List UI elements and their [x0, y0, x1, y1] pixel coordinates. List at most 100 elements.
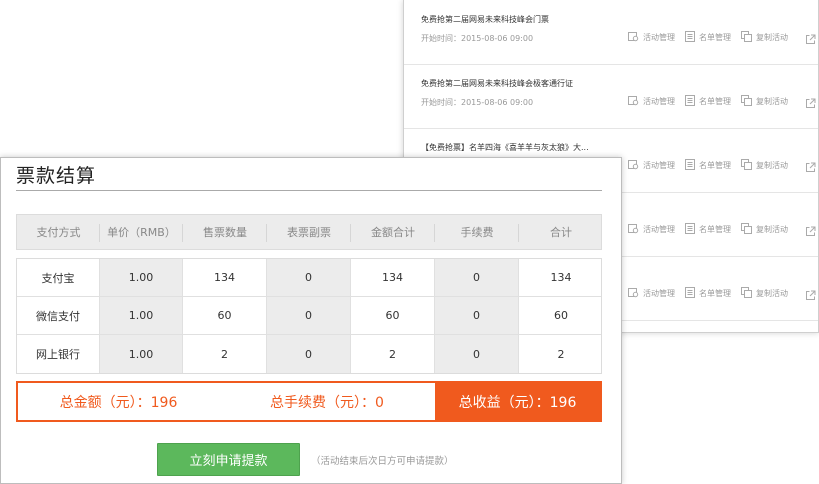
copy-activity-link[interactable]: 复制活动: [741, 30, 788, 44]
copy-activity-link[interactable]: 复制活动: [741, 222, 788, 236]
activity-manage-label: 活动管理: [643, 96, 675, 106]
table-row: 微信支付 1.00 60 0 60 0 60: [17, 297, 601, 335]
external-link-icon[interactable]: [805, 286, 816, 305]
cell-unit-price: 1.00: [100, 335, 183, 373]
activity-manage-label: 活动管理: [643, 160, 675, 170]
cell-secondary-tickets: 0: [267, 297, 351, 334]
copy-activity-link[interactable]: 复制活动: [741, 158, 788, 172]
list-manage-label: 名单管理: [699, 96, 731, 106]
edit-icon: [628, 223, 643, 236]
total-fee: 总手续费（元）：0: [270, 394, 384, 411]
copy-icon: [741, 158, 756, 172]
column-header-amount-subtotal: 金额合计: [351, 215, 435, 249]
copy-icon: [741, 286, 756, 300]
edit-icon: [628, 31, 643, 44]
list-icon: [685, 222, 699, 236]
event-actions: 活动管理 名单管理 复制活动: [628, 94, 798, 108]
cell-total: 134: [550, 271, 572, 284]
external-link-icon[interactable]: [805, 30, 816, 49]
cell-amount-subtotal: 60: [351, 297, 435, 334]
copy-activity-label: 复制活动: [756, 224, 788, 234]
copy-activity-link[interactable]: 复制活动: [741, 94, 788, 108]
cell-total: 2: [557, 347, 565, 361]
total-income: 总收益（元）：196: [435, 383, 600, 420]
event-list-item: 免费抢第二届网易未来科技峰会极客通行证 开始时间：2015-08-06 09:00…: [404, 64, 818, 129]
list-manage-link[interactable]: 名单管理: [685, 30, 731, 44]
list-manage-link[interactable]: 名单管理: [685, 158, 731, 172]
copy-activity-label: 复制活动: [756, 160, 788, 170]
cell-payment-method: 微信支付: [17, 297, 100, 334]
page-title: 票款结算: [16, 165, 97, 187]
list-manage-label: 名单管理: [699, 224, 731, 234]
total-amount: 总金额（元）：196: [59, 394, 178, 411]
list-manage-link[interactable]: 名单管理: [685, 222, 731, 236]
external-link-icon[interactable]: [805, 222, 816, 241]
edit-icon: [628, 287, 643, 300]
column-header-total: 合计: [550, 226, 572, 239]
cell-tickets-sold: 2: [183, 335, 267, 373]
event-title[interactable]: 免费抢第二届网易未来科技峰会门票: [421, 14, 549, 25]
totals-bar: 总金额（元）：196 总手续费（元）：0 总收益（元）：196: [16, 381, 602, 422]
activity-manage-label: 活动管理: [643, 32, 675, 42]
cell-fee: 0: [435, 297, 519, 334]
column-header-tickets-sold: 售票数量: [183, 215, 267, 249]
cell-unit-price: 1.00: [100, 259, 183, 296]
column-header-secondary-tickets: 表票副票: [267, 215, 351, 249]
copy-activity-label: 复制活动: [756, 288, 788, 298]
activity-manage-link[interactable]: 活动管理: [628, 287, 675, 300]
list-icon: [685, 286, 699, 300]
apply-withdrawal-button[interactable]: 立刻申请提款: [157, 443, 300, 476]
list-manage-label: 名单管理: [699, 288, 731, 298]
edit-icon: [628, 159, 643, 172]
apply-withdrawal-note: （活动结束后次日方可申请提款）: [311, 456, 454, 467]
list-manage-label: 名单管理: [699, 160, 731, 170]
copy-icon: [741, 222, 756, 236]
event-start-time: 开始时间：2015-08-06 09:00: [421, 98, 534, 107]
cell-secondary-tickets: 0: [267, 335, 351, 373]
title-divider: [16, 190, 602, 191]
cell-total: 60: [554, 309, 568, 322]
copy-activity-link[interactable]: 复制活动: [741, 286, 788, 300]
cell-fee: 0: [435, 335, 519, 373]
cell-fee: 0: [435, 259, 519, 296]
ticket-settlement-card: 票款结算 支付方式 单价（RMB） 售票数量 表票副票 金额合计 手续费 合计 …: [0, 157, 622, 484]
list-icon: [685, 94, 699, 108]
external-link-icon[interactable]: [805, 94, 816, 113]
copy-activity-label: 复制活动: [756, 96, 788, 106]
activity-manage-link[interactable]: 活动管理: [628, 31, 675, 44]
event-title[interactable]: 免费抢第二届网易未来科技峰会极客通行证: [421, 78, 573, 89]
cell-payment-method: 支付宝: [17, 259, 100, 296]
activity-manage-link[interactable]: 活动管理: [628, 223, 675, 236]
column-header-fee: 手续费: [435, 215, 519, 249]
list-icon: [685, 30, 699, 44]
event-title[interactable]: 【免费抢票】名羊四海《喜羊羊与灰太狼》大...: [421, 142, 589, 153]
activity-manage-label: 活动管理: [643, 224, 675, 234]
list-manage-label: 名单管理: [699, 32, 731, 42]
list-manage-link[interactable]: 名单管理: [685, 94, 731, 108]
list-manage-link[interactable]: 名单管理: [685, 286, 731, 300]
edit-icon: [628, 95, 643, 108]
activity-manage-link[interactable]: 活动管理: [628, 159, 675, 172]
list-icon: [685, 158, 699, 172]
cell-amount-subtotal: 134: [351, 259, 435, 296]
activity-manage-link[interactable]: 活动管理: [628, 95, 675, 108]
event-actions: 活动管理 名单管理 复制活动: [628, 222, 798, 236]
cell-tickets-sold: 60: [183, 297, 267, 334]
cell-unit-price: 1.00: [100, 297, 183, 334]
settlement-table-body: 支付宝 1.00 134 0 134 0 134 微信支付 1.00 60 0 …: [16, 258, 602, 374]
event-start-time: 开始时间：2015-08-06 09:00: [421, 34, 534, 43]
cell-secondary-tickets: 0: [267, 259, 351, 296]
table-row: 支付宝 1.00 134 0 134 0 134: [17, 259, 601, 297]
event-actions: 活动管理 名单管理 复制活动: [628, 158, 798, 172]
event-list-item: 免费抢第二届网易未来科技峰会门票 开始时间：2015-08-06 09:00 活动管…: [404, 0, 818, 65]
copy-activity-label: 复制活动: [756, 32, 788, 42]
event-actions: 活动管理 名单管理 复制活动: [628, 30, 798, 44]
copy-icon: [741, 94, 756, 108]
table-row: 网上银行 1.00 2 0 2 0 2: [17, 335, 601, 373]
activity-manage-label: 活动管理: [643, 288, 675, 298]
cell-amount-subtotal: 2: [351, 335, 435, 373]
external-link-icon[interactable]: [805, 158, 816, 177]
event-actions: 活动管理 名单管理 复制活动: [628, 286, 798, 300]
cell-payment-method: 网上银行: [17, 335, 100, 373]
column-header-unit-price: 单价（RMB）: [100, 215, 183, 249]
